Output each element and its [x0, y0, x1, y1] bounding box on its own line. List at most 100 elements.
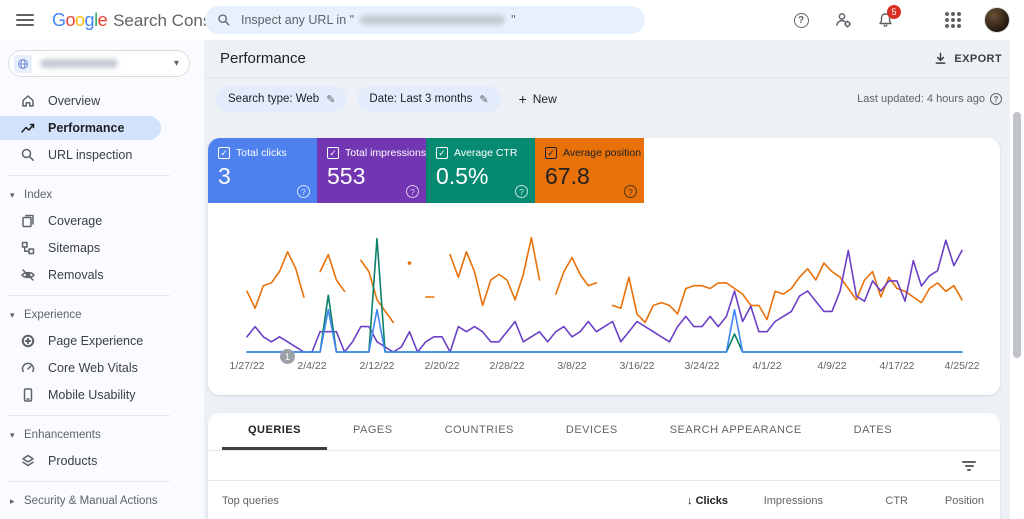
x-tick-label: 2/12/22 — [359, 360, 395, 372]
x-tick-label: 4/25/22 — [944, 360, 980, 372]
section-enhancements[interactable]: ▾ Enhancements — [0, 424, 204, 446]
header-actions: ? 5 — [790, 5, 1024, 33]
chip-label: Date: Last 3 months — [369, 93, 473, 105]
sidebar-item-coverage[interactable]: Coverage — [0, 209, 204, 233]
section-experience[interactable]: ▾ Experience — [0, 304, 204, 326]
checkbox-checked-icon[interactable]: ✓ — [218, 147, 230, 159]
url-inspect-search-input[interactable]: Inspect any URL in " " — [205, 6, 645, 34]
total-clicks-tile[interactable]: ✓ Total clicks 3 ? — [208, 138, 317, 203]
google-logo-letter: G — [52, 9, 66, 30]
google-logo-letter: o — [75, 9, 85, 30]
metric-tiles: ✓ Total clicks 3 ? ✓ Total impressions 5… — [208, 138, 1000, 203]
tab-countries[interactable]: COUNTRIES — [419, 413, 540, 450]
notifications-bell-icon[interactable]: 5 — [874, 5, 901, 31]
sidebar-item-label: Sitemaps — [48, 241, 101, 255]
divider — [8, 481, 170, 482]
chevron-expanded-icon: ▾ — [10, 309, 15, 320]
filter-list-icon[interactable] — [962, 460, 976, 471]
sitemaps-tree-icon — [20, 240, 36, 256]
top-header: Google Search Console Inspect any URL in… — [0, 0, 1024, 40]
export-button[interactable]: EXPORT — [934, 52, 1002, 65]
average-ctr-tile[interactable]: ✓ Average CTR 0.5% ? — [426, 138, 535, 203]
eye-off-icon — [20, 267, 36, 283]
google-logo-letter: g — [84, 9, 95, 30]
vertical-scrollbar — [1010, 40, 1024, 519]
section-label: Experience — [24, 309, 82, 321]
metric-label: Total impressions — [345, 147, 427, 159]
metric-label: Total clicks — [236, 147, 287, 159]
tab-search-appearance[interactable]: SEARCH APPEARANCE — [644, 413, 828, 450]
sidebar-item-mobile-usability[interactable]: Mobile Usability — [0, 383, 204, 407]
sidebar-item-products[interactable]: Products — [0, 449, 204, 473]
date-range-chip[interactable]: Date: Last 3 months ✎ — [357, 86, 501, 112]
total-impressions-tile[interactable]: ✓ Total impressions 553 ? — [317, 138, 426, 203]
new-label: New — [532, 92, 557, 106]
caret-down-icon: ▾ — [173, 58, 179, 69]
chevron-expanded-icon: ▾ — [10, 189, 15, 200]
column-clicks-sorted[interactable]: ↓ Clicks — [608, 495, 728, 507]
search-type-chip[interactable]: Search type: Web ✎ — [216, 86, 348, 112]
sidebar-item-label: Performance — [48, 121, 125, 135]
checkbox-checked-icon[interactable]: ✓ — [327, 147, 339, 159]
average-position-tile[interactable]: ✓ Average position 67.8 ? — [535, 138, 644, 203]
google-logo: Google — [52, 9, 108, 31]
page-experience-icon — [20, 333, 36, 349]
x-tick-label: 2/20/22 — [424, 360, 460, 372]
property-name-redacted — [40, 59, 118, 68]
title-bar: Performance EXPORT — [204, 40, 1024, 78]
x-tick-label: 2/4/22 — [297, 360, 327, 372]
coverage-pages-icon — [20, 213, 36, 229]
help-circle-icon[interactable]: ? — [990, 93, 1002, 105]
sidebar-item-label: Removals — [48, 268, 104, 282]
property-selector[interactable]: ▾ — [8, 50, 190, 77]
sidebar-item-overview[interactable]: Overview — [0, 89, 204, 113]
new-filter-button[interactable]: + New — [519, 91, 557, 107]
home-icon — [20, 93, 36, 109]
sidebar-item-removals[interactable]: Removals — [0, 263, 204, 287]
help-circle-icon[interactable]: ? — [515, 185, 528, 198]
sort-arrow-down-icon: ↓ — [687, 494, 693, 507]
sidebar-item-page-experience[interactable]: Page Experience — [0, 329, 204, 353]
column-position[interactable]: Position — [908, 495, 984, 507]
chevron-collapsed-icon: ▸ — [10, 495, 15, 506]
sidebar: ▾ Overview Performance URL inspection ▾ … — [0, 40, 204, 519]
help-button[interactable]: ? — [790, 9, 812, 31]
column-ctr[interactable]: CTR — [823, 495, 908, 507]
performance-chart-card: ✓ Total clicks 3 ? ✓ Total impressions 5… — [208, 138, 1000, 395]
x-tick-label: 1/27/22 — [229, 360, 265, 372]
section-index[interactable]: ▾ Index — [0, 184, 204, 206]
scrollbar-thumb[interactable] — [1013, 112, 1021, 358]
sidebar-item-label: Core Web Vitals — [48, 361, 138, 375]
filter-bar: Search type: Web ✎ Date: Last 3 months ✎… — [204, 78, 1024, 120]
user-settings-icon[interactable] — [832, 9, 854, 31]
google-apps-grid-icon[interactable] — [942, 9, 964, 31]
sidebar-item-core-web-vitals[interactable]: Core Web Vitals — [0, 356, 204, 380]
search-placeholder-suffix: " — [511, 13, 516, 27]
sidebar-item-url-inspection[interactable]: URL inspection — [0, 143, 204, 167]
x-tick-label: 3/24/22 — [684, 360, 720, 372]
tab-dates[interactable]: DATES — [828, 413, 918, 450]
column-impressions[interactable]: Impressions — [728, 495, 823, 507]
help-circle-icon[interactable]: ? — [406, 185, 419, 198]
sidebar-item-performance[interactable]: Performance — [0, 116, 161, 140]
page-title: Performance — [220, 50, 306, 67]
checkbox-checked-icon[interactable]: ✓ — [545, 147, 557, 159]
tab-queries[interactable]: QUERIES — [222, 413, 328, 450]
hamburger-menu-icon[interactable] — [16, 14, 34, 26]
account-avatar[interactable] — [984, 7, 1010, 33]
chevron-expanded-icon: ▾ — [10, 429, 15, 440]
tab-pages[interactable]: PAGES — [327, 413, 419, 450]
help-circle-icon[interactable]: ? — [624, 185, 637, 198]
sidebar-item-sitemaps[interactable]: Sitemaps — [0, 236, 204, 260]
tab-devices[interactable]: DEVICES — [540, 413, 644, 450]
divider — [8, 175, 170, 176]
main-content: Performance EXPORT Search type: Web ✎ Da… — [204, 40, 1024, 519]
help-circle-icon[interactable]: ? — [297, 185, 310, 198]
products-layers-icon — [20, 453, 36, 469]
queries-table-card: QUERIES PAGES COUNTRIES DEVICES SEARCH A… — [208, 413, 1000, 519]
checkbox-checked-icon[interactable]: ✓ — [436, 147, 448, 159]
x-tick-label: 3/8/22 — [557, 360, 587, 372]
section-security-manual-actions[interactable]: ▸ Security & Manual Actions — [0, 490, 204, 512]
annotation-marker: 1 — [280, 349, 295, 364]
performance-icon — [20, 120, 36, 136]
